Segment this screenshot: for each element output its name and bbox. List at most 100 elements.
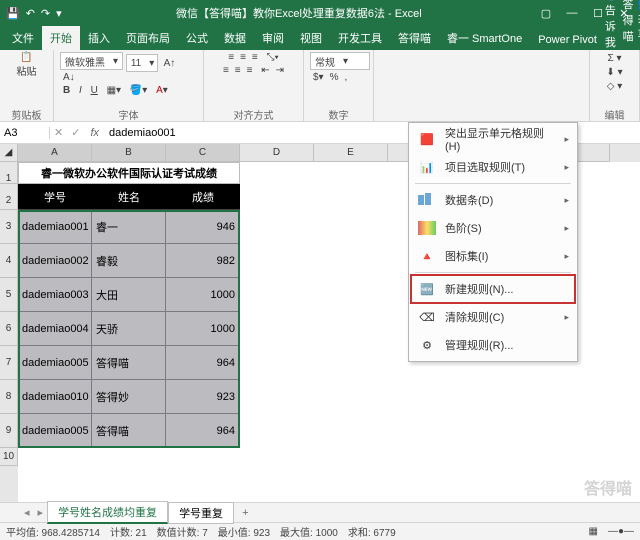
font-color-button[interactable]: A▾ xyxy=(153,84,171,97)
indent-inc-icon[interactable]: ⇥ xyxy=(273,64,287,77)
row-header[interactable]: 1 xyxy=(0,162,18,184)
cell[interactable]: dademiao010 xyxy=(18,380,92,414)
cancel-icon[interactable]: ✕ xyxy=(50,126,67,139)
italic-button[interactable]: I xyxy=(76,84,85,97)
bold-button[interactable]: B xyxy=(60,84,73,97)
cell[interactable]: dademiao004 xyxy=(18,312,92,346)
row-header[interactable]: 7 xyxy=(0,346,18,380)
indent-dec-icon[interactable]: ⇤ xyxy=(258,64,272,77)
cell[interactable]: dademiao005 xyxy=(18,414,92,448)
cell[interactable]: dademiao001 xyxy=(18,210,92,244)
redo-icon[interactable]: ↷ xyxy=(41,7,50,20)
autosum-button[interactable]: Σ ▾ xyxy=(605,52,625,65)
cell[interactable]: 睿一 xyxy=(92,210,166,244)
cell[interactable]: dademiao005 xyxy=(18,346,92,380)
table-header[interactable]: 学号 xyxy=(18,184,92,210)
cf-clear-rules[interactable]: ⌫清除规则(C)▸ xyxy=(411,303,575,331)
tab-view[interactable]: 视图 xyxy=(292,26,330,50)
view-normal-icon[interactable]: ▦ xyxy=(589,526,598,537)
cf-top-bottom-rules[interactable]: 📊项目选取规则(T)▸ xyxy=(411,153,575,181)
table-title[interactable]: 睿一微软办公软件国际认证考试成绩 xyxy=(18,162,240,184)
row-header[interactable]: 9 xyxy=(0,414,18,448)
fx-icon[interactable]: fx xyxy=(84,127,105,139)
cell[interactable]: dademiao002 xyxy=(18,244,92,278)
align-mid-icon[interactable]: ≡ xyxy=(237,51,249,64)
tab-formulas[interactable]: 公式 xyxy=(178,26,216,50)
shrink-font-icon[interactable]: A↓ xyxy=(60,71,78,84)
enter-icon[interactable]: ✓ xyxy=(67,126,84,139)
fill-color-button[interactable]: 🪣▾ xyxy=(127,84,150,97)
user[interactable]: 答得喵 xyxy=(623,0,634,44)
cell[interactable]: 946 xyxy=(166,210,240,244)
cell[interactable]: 答得喵 xyxy=(92,414,166,448)
cell[interactable]: 答得喵 xyxy=(92,346,166,380)
row-header[interactable]: 6 xyxy=(0,312,18,346)
cf-icon-sets[interactable]: 🔺图标集(I)▸ xyxy=(411,242,575,270)
tab-insert[interactable]: 插入 xyxy=(80,26,118,50)
grow-font-icon[interactable]: A↑ xyxy=(161,57,179,70)
cf-color-scales[interactable]: 色阶(S)▸ xyxy=(411,214,575,242)
clear-button[interactable]: ◇ ▾ xyxy=(604,80,626,93)
currency-icon[interactable]: $▾ xyxy=(310,71,327,84)
sheet-tab[interactable]: 学号姓名成绩均重复 xyxy=(47,501,168,524)
cell[interactable]: 睿毅 xyxy=(92,244,166,278)
row-header[interactable]: 5 xyxy=(0,278,18,312)
cell[interactable]: 大田 xyxy=(92,278,166,312)
sheet-nav-prev-icon[interactable]: ▸ xyxy=(34,506,48,519)
table-header[interactable]: 姓名 xyxy=(92,184,166,210)
align-top-icon[interactable]: ≡ xyxy=(225,51,237,64)
fill-button[interactable]: ⬇ ▾ xyxy=(603,66,625,79)
cell[interactable]: 1000 xyxy=(166,312,240,346)
sheet-nav-first-icon[interactable]: ◂ xyxy=(20,506,34,519)
tab-data[interactable]: 数据 xyxy=(216,26,254,50)
col-header[interactable]: D xyxy=(240,144,314,162)
cell[interactable]: 923 xyxy=(166,380,240,414)
cell[interactable]: 答得妙 xyxy=(92,380,166,414)
orientation-icon[interactable]: ⤡▾ xyxy=(264,51,282,64)
font-name-select[interactable]: 微软雅黑▾ xyxy=(60,52,123,70)
tab-custom2[interactable]: 睿一 SmartOne xyxy=(439,26,530,50)
cell[interactable]: dademiao003 xyxy=(18,278,92,312)
name-box[interactable]: A3 xyxy=(0,127,50,139)
tab-custom1[interactable]: 答得喵 xyxy=(390,26,439,50)
tab-home[interactable]: 开始 xyxy=(42,26,80,50)
sheet-tab[interactable]: 学号重复 xyxy=(168,502,234,524)
minimize-icon[interactable]: — xyxy=(562,7,582,20)
cf-manage-rules[interactable]: ⚙管理规则(R)... xyxy=(411,331,575,359)
col-header[interactable]: E xyxy=(314,144,388,162)
align-left-icon[interactable]: ≡ xyxy=(220,64,232,77)
font-size-select[interactable]: 11▾ xyxy=(126,54,158,72)
tab-layout[interactable]: 页面布局 xyxy=(118,26,178,50)
save-icon[interactable]: 💾 xyxy=(6,7,20,20)
add-sheet-button[interactable]: + xyxy=(234,507,256,519)
cell[interactable]: 964 xyxy=(166,414,240,448)
number-format-select[interactable]: 常规▾ xyxy=(310,52,370,70)
cell[interactable]: 982 xyxy=(166,244,240,278)
col-header[interactable]: A xyxy=(18,144,92,162)
cf-new-rule[interactable]: 🆕新建规则(N)... xyxy=(411,275,575,303)
row-header[interactable]: 8 xyxy=(0,380,18,414)
zoom-slider[interactable]: —●— xyxy=(608,526,634,537)
col-header[interactable]: C xyxy=(166,144,240,162)
select-all-corner[interactable]: ◢ xyxy=(0,144,18,162)
row-header[interactable]: 3 xyxy=(0,210,18,244)
tab-file[interactable]: 文件 xyxy=(4,26,42,50)
undo-icon[interactable]: ↶ xyxy=(26,7,35,20)
ribbon-options-icon[interactable]: ▢ xyxy=(536,7,556,20)
border-button[interactable]: ▦▾ xyxy=(104,84,124,97)
cf-highlight-rules[interactable]: 🟥突出显示单元格规则(H)▸ xyxy=(411,125,575,153)
table-header[interactable]: 成绩 xyxy=(166,184,240,210)
tab-review[interactable]: 审阅 xyxy=(254,26,292,50)
row-header[interactable]: 2 xyxy=(0,184,18,210)
tab-dev[interactable]: 开发工具 xyxy=(330,26,390,50)
cell[interactable]: 天骄 xyxy=(92,312,166,346)
align-right-icon[interactable]: ≡ xyxy=(244,64,256,77)
underline-button[interactable]: U xyxy=(88,84,101,97)
align-bot-icon[interactable]: ≡ xyxy=(249,51,261,64)
comma-icon[interactable]: , xyxy=(342,71,351,84)
col-header[interactable]: B xyxy=(92,144,166,162)
cell[interactable]: 964 xyxy=(166,346,240,380)
percent-icon[interactable]: % xyxy=(327,71,342,84)
align-center-icon[interactable]: ≡ xyxy=(232,64,244,77)
paste-button[interactable]: 📋粘贴 xyxy=(17,52,37,78)
